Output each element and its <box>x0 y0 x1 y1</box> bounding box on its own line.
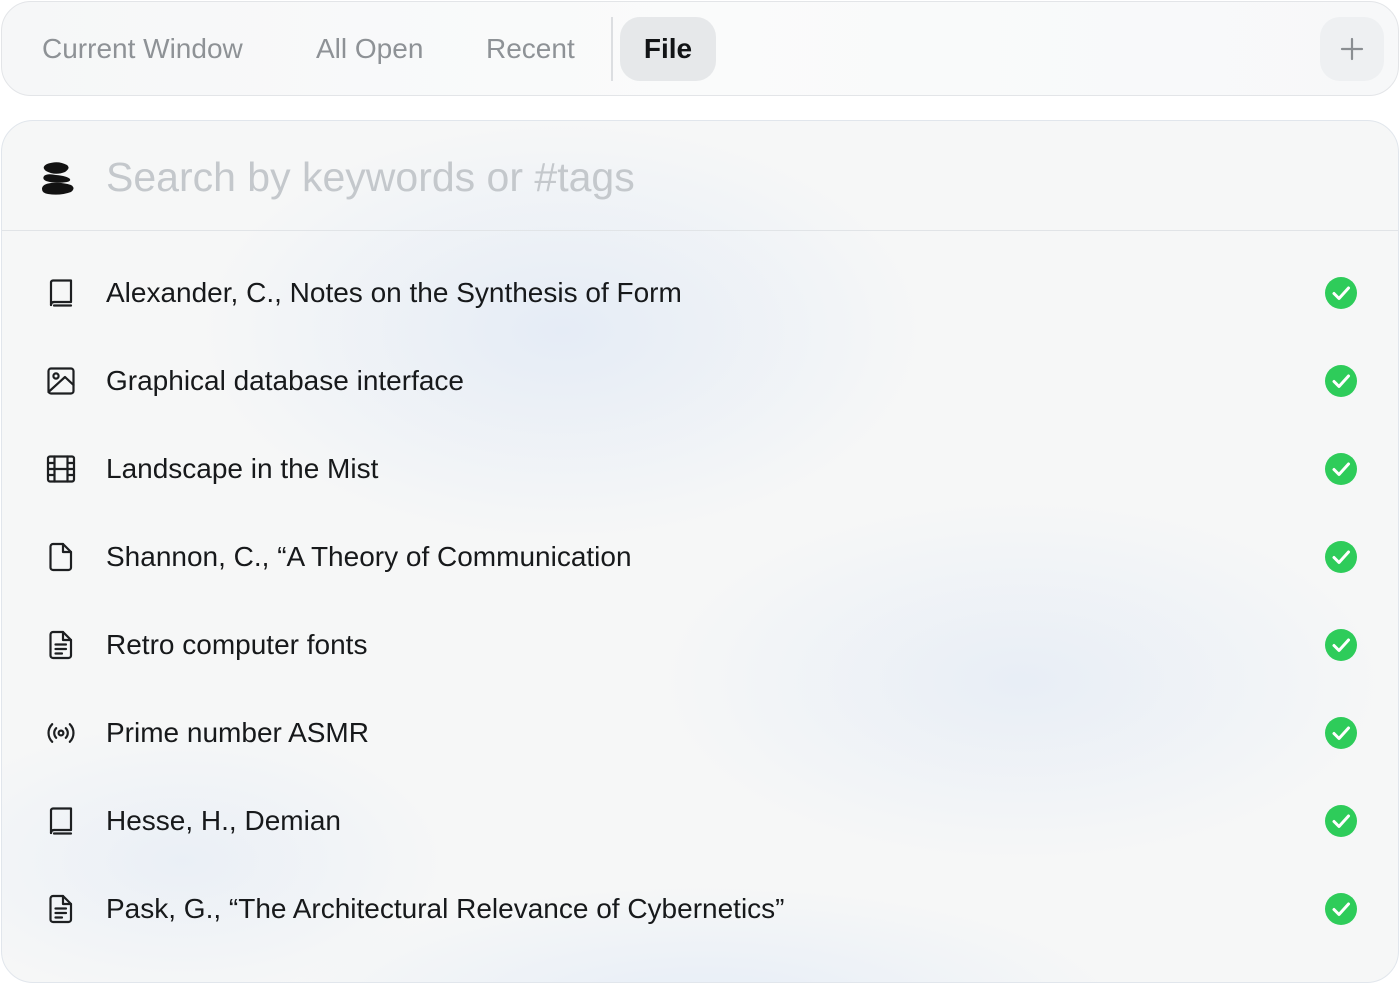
check-circle-icon <box>1325 453 1357 485</box>
item-title: Graphical database interface <box>106 365 464 396</box>
check-circle-icon <box>1325 717 1357 749</box>
item-title: Pask, G., “The Architectural Relevance o… <box>106 893 785 924</box>
list-item[interactable]: Pask, G., “The Architectural Relevance o… <box>2 865 1398 953</box>
film-icon <box>46 455 76 483</box>
check-circle-icon <box>1325 629 1357 661</box>
image-icon <box>47 367 75 395</box>
search-input[interactable] <box>106 149 1306 205</box>
plus-icon <box>1340 37 1364 61</box>
stacked-stones-logo-icon <box>42 162 74 195</box>
add-tab-button[interactable] <box>1320 17 1384 81</box>
list-item[interactable]: Graphical database interface <box>2 337 1398 425</box>
list-item[interactable]: Shannon, C., “A Theory of Communication <box>2 513 1398 601</box>
list-item[interactable]: Retro computer fonts <box>2 601 1398 689</box>
check-circle-icon <box>1325 541 1357 573</box>
item-title: Landscape in the Mist <box>106 453 379 484</box>
list-item[interactable]: Hesse, H., Demian <box>2 777 1398 865</box>
tab-recent[interactable]: Recent <box>486 17 575 81</box>
broadcast-icon <box>47 723 75 743</box>
item-title: Retro computer fonts <box>106 629 368 660</box>
check-circle-icon <box>1325 277 1357 309</box>
check-circle-icon <box>1325 805 1357 837</box>
list-item[interactable]: Landscape in the Mist <box>2 425 1398 513</box>
document-text-icon <box>49 630 73 660</box>
check-circle-icon <box>1325 893 1357 925</box>
tab-current-window[interactable]: Current Window <box>42 17 243 81</box>
item-title: Shannon, C., “A Theory of Communication <box>106 541 632 572</box>
tab-file[interactable]: File <box>620 17 716 81</box>
tab-all-open[interactable]: All Open <box>316 17 423 81</box>
book-icon <box>49 807 73 835</box>
item-title: Alexander, C., Notes on the Synthesis of… <box>106 277 682 308</box>
search-panel: Alexander, C., Notes on the Synthesis of… <box>1 120 1399 983</box>
list-item[interactable]: Alexander, C., Notes on the Synthesis of… <box>2 249 1398 337</box>
check-circle-icon <box>1325 365 1357 397</box>
tab-bar: Current Window All Open Recent File <box>1 1 1399 96</box>
document-text-icon <box>49 894 73 924</box>
item-title: Prime number ASMR <box>106 717 369 748</box>
tab-divider <box>611 17 613 81</box>
file-icon <box>49 542 73 572</box>
file-list: Alexander, C., Notes on the Synthesis of… <box>2 249 1398 953</box>
book-icon <box>49 279 73 307</box>
list-item[interactable]: Prime number ASMR <box>2 689 1398 777</box>
search-bar <box>2 121 1398 231</box>
item-title: Hesse, H., Demian <box>106 805 341 836</box>
